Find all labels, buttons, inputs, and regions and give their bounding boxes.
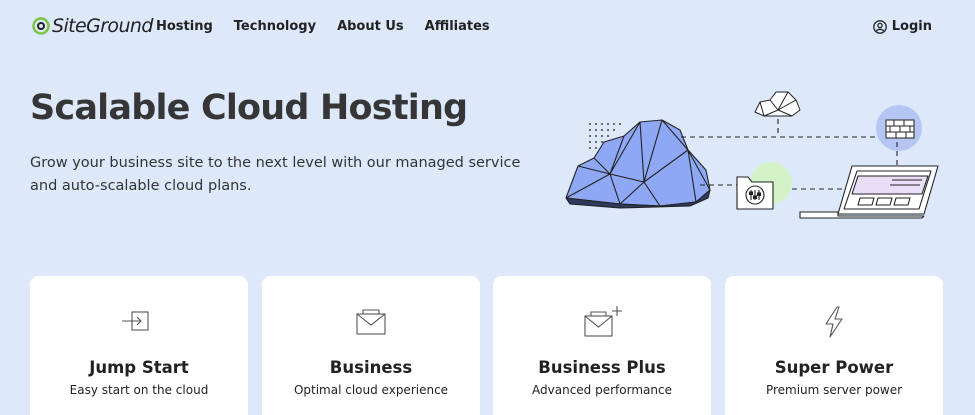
envelope-plus-icon: [584, 306, 622, 337]
envelope-icon: [356, 309, 386, 335]
siteground-logo[interactable]: SiteGround: [32, 12, 153, 40]
plan-title: Jump Start: [89, 358, 189, 377]
lightning-icon: [825, 306, 843, 338]
plan-card-business-plus[interactable]: Business Plus Advanced performance: [493, 276, 711, 415]
nav-link-about-us[interactable]: About Us: [337, 19, 404, 34]
cloud-hosting-illustration: [565, 91, 939, 219]
plan-description: Advanced performance: [532, 383, 672, 397]
plan-card-super-power[interactable]: Super Power Premium server power: [725, 276, 943, 415]
plan-description: Easy start on the cloud: [69, 383, 209, 397]
cloud-icon: [565, 119, 711, 209]
nav-link-hosting[interactable]: Hosting: [156, 19, 213, 34]
siteground-logo-icon: [32, 17, 50, 35]
plan-title: Super Power: [774, 358, 894, 377]
plan-description: Optimal cloud experience: [293, 383, 449, 397]
plan-card-jump-start[interactable]: Jump Start Easy start on the cloud: [30, 276, 248, 415]
small-cloud-icon: [754, 91, 801, 117]
nav-links: Hosting Technology About Us Affiliates: [156, 19, 511, 34]
enter-arrow-icon: [122, 311, 149, 331]
login-label: Login: [891, 19, 932, 34]
nav-link-technology[interactable]: Technology: [234, 19, 316, 34]
plan-card-business[interactable]: Business Optimal cloud experience: [262, 276, 480, 415]
plan-title: Business Plus: [538, 358, 666, 377]
plan-description: Premium server power: [765, 383, 903, 397]
top-navigation: SiteGround Hosting Technology About Us A…: [0, 0, 975, 56]
laptop-icon: [799, 165, 939, 219]
nav-link-affiliates[interactable]: Affiliates: [425, 19, 490, 34]
logo-text: SiteGround: [52, 15, 153, 37]
page-title: Scalable Cloud Hosting: [30, 88, 468, 128]
plan-title: Business: [329, 358, 413, 377]
hero-subtitle: Grow your business site to the next leve…: [30, 155, 521, 194]
firewall-icon: [885, 119, 915, 139]
login-button[interactable]: Login: [872, 19, 932, 34]
folder-settings-icon: [736, 176, 774, 210]
user-icon: [872, 19, 887, 34]
